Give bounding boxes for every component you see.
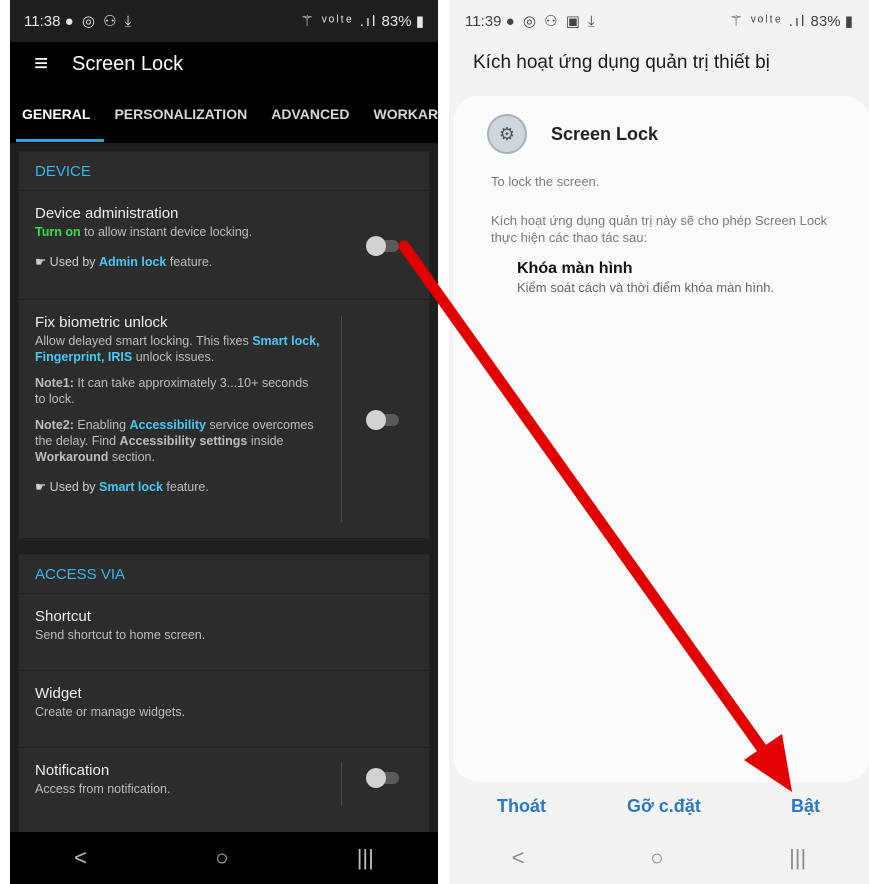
toggle-knob [366,236,386,256]
widget-item[interactable]: Widget Create or manage widgets. [19,671,429,748]
app-title: Screen Lock [72,52,184,75]
permission-title: Khóa màn hình [517,260,633,277]
smart-lock-link: Smart lock [99,480,163,494]
item-title: Shortcut [35,608,91,625]
item-subtitle: Allow delayed smart locking. This fixes … [35,334,320,364]
status-right: ⚚ ᵛᵒˡᵗᵉ .ıl 83% ▮ [300,12,424,30]
admin-permission-card: ⚙ Screen Lock To lock the screen. Kích h… [453,96,869,782]
status-left: 11:38 ● ◎ ⚇ ⤓ [24,12,133,30]
section-header-access-via: ACCESS VIA [19,555,429,594]
status-icons: ● ◎ ⚇ ⤓ [64,13,134,30]
item-title: Notification [35,762,110,779]
tab-general[interactable]: GENERAL [10,86,105,142]
permission-description: Kiểm soát cách và thời điểm khóa màn hìn… [517,280,775,295]
left-phone-screen: 11:38 ● ◎ ⚇ ⤓ ⚚ ᵛᵒˡᵗᵉ .ıl 83% ▮ ≡ Screen… [10,0,438,884]
note1: Note1: It can take approximately 3...10+… [35,376,309,406]
item-subtitle: Access from notification. [35,782,171,796]
status-left: 11:39 ● ◎ ⚇ ▣ ⤓ [465,12,597,30]
tab-personalization[interactable]: PERSONALIZATION [102,86,259,142]
page-title: Kích hoạt ứng dụng quản trị thiết bị [473,52,770,73]
tab-bar: GENERAL PERSONALIZATION ADVANCED WORKARO [10,86,438,143]
app-description: To lock the screen. [491,174,600,189]
recents-icon[interactable]: ||| [357,845,374,871]
permission-intro: Kích hoạt ứng dụng quản trị này sẽ cho p… [491,213,828,245]
status-time: 11:39 [465,13,502,30]
uninstall-button[interactable]: Gỡ c.đặt [627,796,701,817]
item-subtitle: Turn on to allow instant device locking. [35,225,253,239]
device-section: DEVICE Device administration Turn on to … [18,151,430,540]
battery-indicator: 83% ▮ [381,13,424,30]
back-icon[interactable]: < [74,845,87,871]
status-right: ⚚ ᵛᵒˡᵗᵉ .ıl 83% ▮ [729,12,853,30]
fix-biometric-item[interactable]: Fix biometric unlock Allow delayed smart… [19,300,429,539]
item-title: Widget [35,685,82,702]
notification-item[interactable]: Notification Access from notification. [19,748,429,837]
vertical-divider [341,762,342,806]
signal-icons: ⚚ ᵛᵒˡᵗᵉ .ıl [300,13,378,30]
signal-icons: ⚚ ᵛᵒˡᵗᵉ .ıl [729,13,807,30]
recents-icon[interactable]: ||| [789,845,806,871]
used-by-note: ☛ Used by Admin lock feature. [35,255,213,269]
screen-lock-app-icon: ⚙ [487,114,527,154]
right-phone-screen: 11:39 ● ◎ ⚇ ▣ ⤓ ⚚ ᵛᵒˡᵗᵉ .ıl 83% ▮ Kích h… [449,0,869,884]
device-admin-toggle[interactable] [366,236,399,256]
item-title: Device administration [35,205,179,222]
app-info-row: ⚙ Screen Lock [487,114,658,154]
vertical-divider [341,316,342,522]
status-bar: 11:39 ● ◎ ⚇ ▣ ⤓ ⚚ ᵛᵒˡᵗᵉ .ıl 83% ▮ [449,0,869,42]
app-bar: ≡ Screen Lock [10,42,438,86]
toggle-knob [366,410,386,430]
fix-biometric-toggle[interactable] [366,410,399,430]
app-name: Screen Lock [551,123,659,144]
device-administration-item[interactable]: Device administration Turn on to allow i… [19,191,429,300]
note2: Note2: Enabling Accessibility service ov… [35,418,314,464]
turn-on-text: Turn on [35,225,81,239]
section-header-device: DEVICE [19,152,429,191]
toggle-knob [366,768,386,788]
item-title: Fix biometric unlock [35,314,168,331]
exit-button[interactable]: Thoát [497,796,546,817]
item-subtitle: Send shortcut to home screen. [35,628,206,642]
home-icon[interactable]: ○ [215,845,228,871]
access-via-section: ACCESS VIA Shortcut Send shortcut to hom… [18,554,430,838]
navigation-bar: < ○ ||| [10,832,438,884]
admin-lock-link: Admin lock [99,255,167,269]
notification-toggle[interactable] [366,768,399,788]
status-icons: ● ◎ ⚇ ▣ ⤓ [505,13,597,30]
shortcut-item[interactable]: Shortcut Send shortcut to home screen. [19,594,429,671]
status-bar: 11:38 ● ◎ ⚇ ⤓ ⚚ ᵛᵒˡᵗᵉ .ıl 83% ▮ [10,0,438,42]
navigation-bar: < ○ ||| [449,832,869,884]
used-by-note: ☛ Used by Smart lock feature. [35,480,209,494]
enable-button[interactable]: Bật [791,796,820,817]
tab-advanced[interactable]: ADVANCED [259,86,361,142]
tab-workaround[interactable]: WORKARO [362,86,438,142]
home-icon[interactable]: ○ [650,845,663,871]
item-subtitle: Create or manage widgets. [35,705,186,719]
back-icon[interactable]: < [512,845,525,871]
hamburger-menu-icon[interactable]: ≡ [10,50,72,78]
status-time: 11:38 [24,13,61,30]
battery-indicator: 83% ▮ [810,13,853,30]
action-buttons: Thoát Gỡ c.đặt Bật [449,796,869,828]
